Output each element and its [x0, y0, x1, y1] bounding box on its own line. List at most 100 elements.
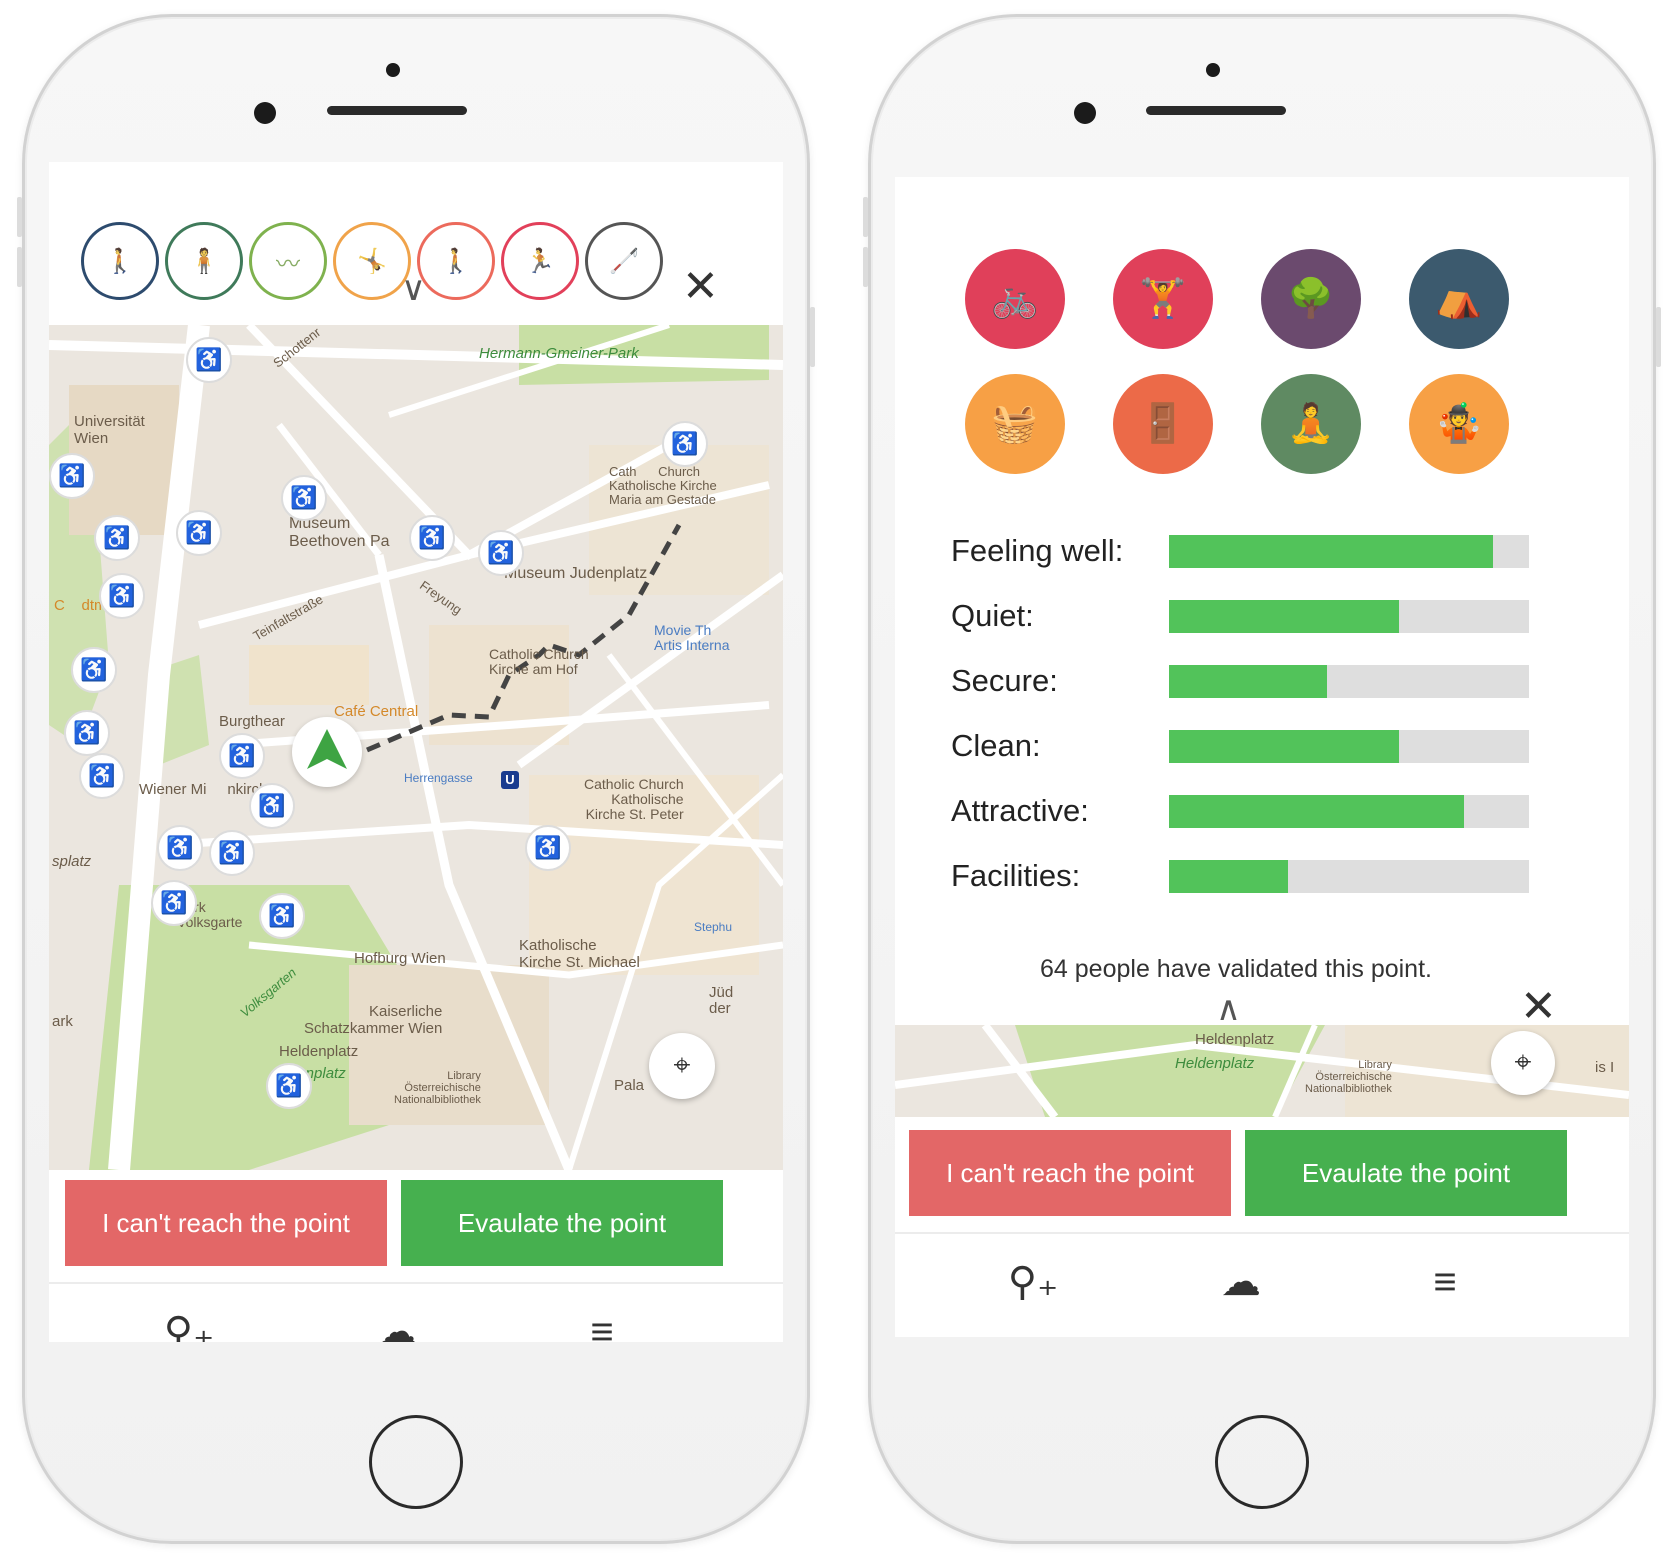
add-location-icon[interactable]: ⚲₊ — [1003, 1252, 1063, 1312]
rating-label: Facilities: — [951, 858, 1081, 893]
picnic-category[interactable]: 🧺 — [965, 374, 1065, 474]
map-label: Heldenplatz — [1175, 1055, 1255, 1072]
cloud-upload-icon[interactable]: ☁ — [1211, 1252, 1271, 1312]
map-label: Cath Church Katholische Kirche Maria am … — [609, 464, 717, 507]
sitting-spot-marker[interactable]: ♿ — [249, 783, 295, 829]
sitting-person-icon: 🧍 — [189, 247, 219, 275]
sitting-spot-marker[interactable]: ♿ — [157, 825, 203, 871]
children-playing-category[interactable]: 🤹 — [1409, 374, 1509, 474]
left-screen: 🚶 🧍 〰 🤸 🚶 🏃 🦯 ∨ ✕ Hermann-Gmeiner-Park U… — [49, 162, 783, 1342]
map-view[interactable]: Hermann-Gmeiner-Park Universität Wien Mu… — [49, 325, 783, 1170]
sitting-spot-marker[interactable]: ♿ — [266, 1063, 312, 1109]
front-camera — [1074, 102, 1096, 124]
map-label: Catholic Church Katholische Kirche St. P… — [584, 776, 684, 822]
park-walk-category[interactable]: 🌳 — [1261, 249, 1361, 349]
map-label: is I — [1595, 1059, 1615, 1076]
chevron-up-icon[interactable]: ∧ — [1216, 992, 1241, 1026]
person-with-cane-filter[interactable]: 🦯 — [585, 222, 663, 300]
standing-person-icon: 🚶 — [105, 247, 135, 275]
close-icon[interactable]: ✕ — [682, 265, 719, 309]
map-label: Heldenplatz — [279, 1043, 359, 1060]
sitting-spot-marker[interactable]: ♿ — [259, 893, 305, 939]
evaluate-button[interactable]: Evaulate the point — [1245, 1130, 1567, 1216]
playing-children-filter[interactable]: 🤸 — [333, 222, 411, 300]
divider — [895, 1232, 1629, 1234]
map-label: Kaiserliche Schatzkammer Wien — [304, 1003, 443, 1037]
walking-person-filter[interactable]: 🚶 — [417, 222, 495, 300]
side-button — [810, 307, 815, 367]
rating-bar-fill — [1169, 730, 1400, 763]
menu-icon[interactable]: ≡ — [572, 1302, 632, 1343]
door-entrance-category[interactable]: 🚪 — [1113, 374, 1213, 474]
locate-me-button[interactable]: ⌖ — [1491, 1031, 1555, 1095]
sitting-spot-marker[interactable]: ♿ — [71, 647, 117, 693]
rating-bar — [1169, 600, 1529, 633]
rating-bar-fill — [1169, 795, 1465, 828]
relaxing-category[interactable]: 🧘 — [1261, 374, 1361, 474]
sitting-spot-marker[interactable]: ♿ — [219, 733, 265, 779]
evaluate-button[interactable]: Evaulate the point — [401, 1180, 723, 1266]
walking-person-icon: 🚶 — [441, 247, 471, 275]
locate-me-button[interactable]: ⌖ — [649, 1033, 715, 1099]
speaker-grille — [1146, 106, 1286, 115]
running-person-filter[interactable]: 🏃 — [501, 222, 579, 300]
home-button[interactable] — [1215, 1415, 1309, 1509]
sitting-spot-marker[interactable]: ♿ — [525, 825, 571, 871]
rating-label: Quiet: — [951, 598, 1034, 633]
workout-icon: 🏋 — [1139, 278, 1187, 320]
map-view-collapsed[interactable]: Heldenplatz Heldenplatz Library Österrei… — [895, 1025, 1629, 1117]
sitting-spot-marker[interactable]: ♿ — [94, 515, 140, 561]
rating-label: Clean: — [951, 728, 1041, 763]
market-stall-category[interactable]: ⛺ — [1409, 249, 1509, 349]
map-label: splatz — [52, 853, 92, 870]
workout-category[interactable]: 🏋 — [1113, 249, 1213, 349]
running-person-icon: 🏃 — [525, 247, 555, 275]
validation-count: 64 people have validated this point. — [1040, 955, 1432, 983]
sitting-spot-marker[interactable]: ♿ — [662, 421, 708, 467]
sitting-spot-marker[interactable]: ♿ — [49, 453, 95, 499]
sitting-spot-marker[interactable]: ♿ — [409, 515, 455, 561]
map-label: Hofburg Wien — [354, 950, 446, 967]
menu-icon[interactable]: ≡ — [1415, 1252, 1475, 1312]
cant-reach-button[interactable]: I can't reach the point — [909, 1130, 1231, 1216]
cloud-upload-icon[interactable]: ☁ — [367, 1302, 427, 1342]
front-sensor — [1206, 63, 1220, 77]
cant-reach-button[interactable]: I can't reach the point — [65, 1180, 387, 1266]
sitting-spot-marker[interactable]: ♿ — [478, 530, 524, 576]
sitting-spot-marker[interactable]: ♿ — [176, 510, 222, 556]
sitting-spot-marker[interactable]: ♿ — [209, 830, 255, 876]
chevron-down-icon[interactable]: ∨ — [401, 272, 426, 306]
sitting-spot-marker[interactable]: ♿ — [186, 337, 232, 383]
map-label: Pala — [614, 1077, 645, 1094]
rating-bar — [1169, 795, 1529, 828]
map-label: ark — [52, 1013, 73, 1030]
map-label: Movie Th Artis Interna — [654, 622, 730, 653]
bicycle-category[interactable]: 🚲 — [965, 249, 1065, 349]
lying-person-filter[interactable]: 〰 — [249, 222, 327, 300]
sitting-spot-marker[interactable]: ♿ — [281, 475, 327, 521]
right-screen: 🚲 🏋 🌳 ⛺ 🧺 🚪 🧘 🤹 Feeling well: Quiet: Secure: Clean… — [895, 177, 1629, 1337]
front-camera — [254, 102, 276, 124]
close-icon[interactable]: ✕ — [1520, 985, 1557, 1029]
rating-bar-fill — [1169, 860, 1288, 893]
standing-person-filter[interactable]: 🚶 — [81, 222, 159, 300]
sitting-person-filter[interactable]: 🧍 — [165, 222, 243, 300]
add-location-icon[interactable]: ⚲₊ — [159, 1302, 219, 1342]
rating-label: Attractive: — [951, 793, 1089, 828]
side-button — [17, 247, 22, 287]
lying-person-icon: 〰 — [276, 250, 300, 278]
map-label: Jüd der — [709, 984, 734, 1017]
sitting-spot-marker[interactable]: ♿ — [99, 573, 145, 619]
sitting-spot-marker[interactable]: ♿ — [151, 880, 197, 926]
person-with-cane-icon: 🦯 — [609, 247, 639, 275]
map-label: Library Österreichische Nationalbiblioth… — [1305, 1059, 1392, 1095]
sitting-spot-marker[interactable]: ♿ — [79, 753, 125, 799]
playing-children-icon: 🤸 — [357, 247, 387, 275]
home-button[interactable] — [369, 1415, 463, 1509]
rating-bar-fill — [1169, 535, 1493, 568]
rating-bar-fill — [1169, 665, 1328, 698]
phone-frame-right: 🚲 🏋 🌳 ⛺ 🧺 🚪 🧘 🤹 Feeling well: Quiet: Secure: Clean… — [863, 14, 1661, 1544]
sitting-spot-marker[interactable]: ♿ — [64, 710, 110, 756]
park-walk-icon: 🌳 — [1287, 278, 1335, 320]
front-sensor — [386, 63, 400, 77]
